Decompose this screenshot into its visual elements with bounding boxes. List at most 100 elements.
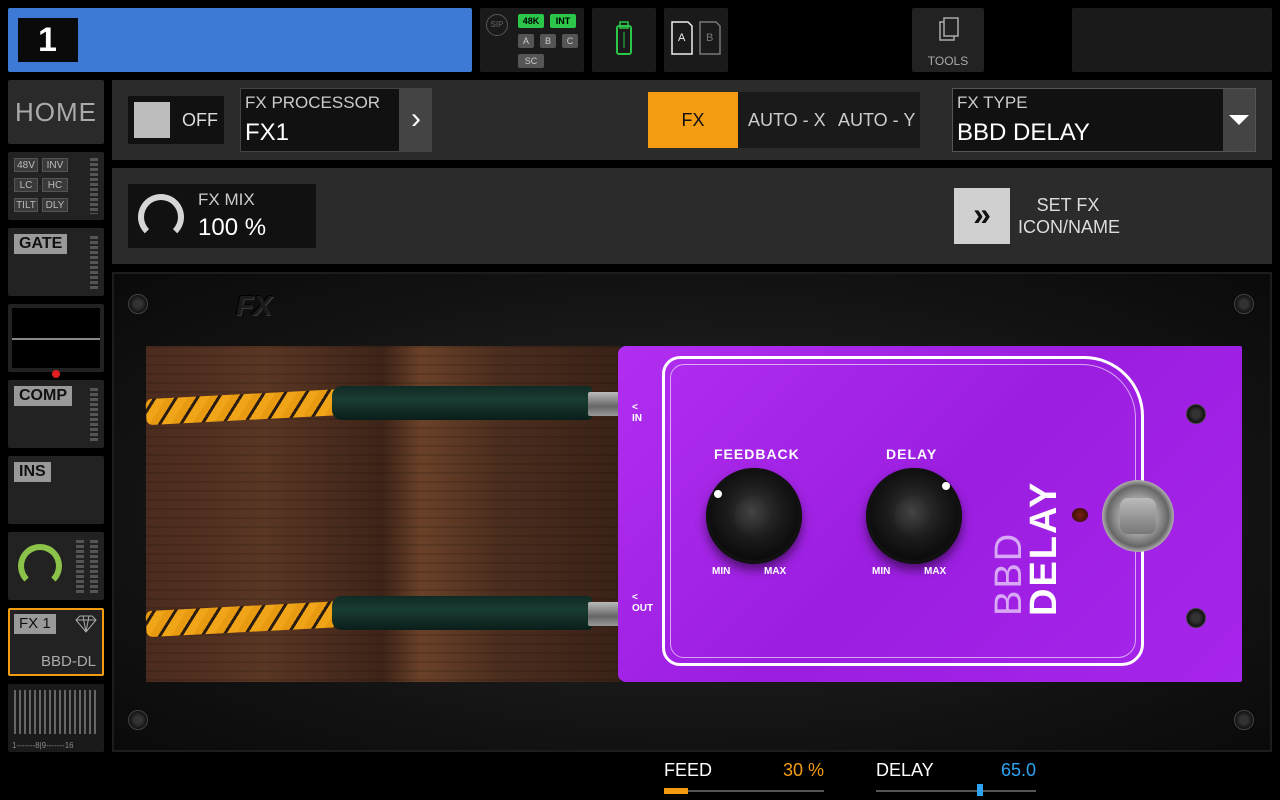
input-jack (588, 392, 620, 416)
delay-knob-cap (894, 496, 934, 536)
toggle-label: OFF (182, 110, 218, 130)
mix-value: 100 % (198, 214, 267, 241)
status-led (1072, 508, 1088, 522)
fx-mix-control[interactable]: FX MIX 100 % (128, 184, 316, 248)
comp-meter (90, 388, 98, 442)
double-chevron-right-icon[interactable]: » (954, 188, 1010, 244)
fx-type-caption: FX TYPE (957, 93, 1028, 112)
feed-param-fill[interactable] (664, 788, 688, 794)
diamond-icon (75, 615, 97, 633)
ab-scene-button[interactable]: A B (664, 8, 728, 72)
set-fx-line1: SET FX (1036, 195, 1100, 215)
bbd-delay-pedal: < IN < OUT FEEDBACK MIN MAX DELAY MIN MAX … (618, 346, 1242, 682)
feed-param-track (664, 790, 824, 792)
delay-min-label: MIN (872, 566, 891, 577)
screw-icon (128, 294, 148, 314)
delay-knob-label: DELAY (886, 446, 938, 462)
parameter-bar: FEED 30 % DELAY 65.0 (0, 752, 1280, 800)
home-button[interactable]: HOME (8, 80, 104, 144)
delay-param-value: 65.0 (1000, 760, 1036, 780)
pan-block[interactable] (8, 532, 104, 600)
pedal-brand: BBD DELAY (988, 481, 1066, 616)
toggle-square (134, 102, 170, 138)
feed-param-value: 30 % (782, 760, 824, 780)
output-plug (332, 596, 592, 630)
clock-source-badge: INT (550, 14, 576, 28)
status-b: B (540, 34, 556, 48)
set-fx-icon-name-button[interactable]: SET FX ICON/NAME (1018, 194, 1121, 238)
invert-tag: INV (42, 158, 68, 172)
chevron-right-icon[interactable]: › (400, 88, 432, 152)
processor-value: FX1 (245, 119, 290, 146)
tilt-tag: TILT (14, 198, 38, 212)
eq-curve-display (12, 308, 100, 368)
delay-param-track (876, 790, 1036, 792)
comp-block[interactable]: COMP (8, 380, 104, 448)
fx-mode-segment: FX AUTO - X AUTO - Y (648, 92, 920, 148)
pan-meter-right (90, 540, 98, 594)
bus-send-meters (14, 690, 98, 734)
eq-marker (52, 370, 60, 378)
input-meter (90, 158, 98, 214)
gate-meter (90, 236, 98, 290)
processor-caption: FX PROCESSOR (245, 93, 381, 112)
delay-max-label: MAX (924, 566, 947, 577)
screw-icon (1186, 608, 1206, 628)
status-c: C (562, 34, 578, 48)
delay-param-name: DELAY (876, 760, 934, 780)
bus-scale-label: 1-------8|9-------16 (12, 741, 74, 750)
feedback-max-label: MAX (764, 566, 787, 577)
mode-auto-y-button[interactable]: AUTO - Y (838, 92, 915, 148)
card-a-label: A (678, 32, 686, 44)
fx-mix-row: FX MIX 100 % » SET FX ICON/NAME (112, 168, 1272, 264)
mix-knob-icon (138, 194, 184, 240)
fx1-slot-name: BBD-DL (40, 653, 96, 670)
feed-param-name: FEED (664, 760, 713, 780)
chevron-down-icon[interactable] (1223, 89, 1255, 151)
card-b-label: B (706, 32, 714, 44)
input-config-block[interactable]: 48V INV LC HC TILT DLY (8, 152, 104, 220)
sample-rate-badge: 48K (518, 14, 544, 28)
fx-processor-selector[interactable]: FX PROCESSOR FX1 (240, 88, 400, 152)
comp-label: COMP (14, 386, 72, 406)
mode-auto-x-button[interactable]: AUTO - X (748, 92, 826, 148)
feedback-knob[interactable] (706, 468, 802, 564)
delay-param-thumb[interactable] (977, 784, 983, 796)
screw-icon (1234, 294, 1254, 314)
bypass-footswitch[interactable] (1102, 480, 1174, 552)
tools-label: TOOLS (927, 54, 969, 68)
mode-fx-button[interactable]: FX (648, 92, 738, 148)
fx1-slot[interactable]: FX 1 BBD-DL (8, 608, 104, 676)
delay-knob[interactable] (866, 468, 962, 564)
input-plug (332, 386, 592, 420)
high-cut-tag: HC (42, 178, 68, 192)
fx-type-value: BBD DELAY (957, 119, 1090, 146)
pan-knob (18, 544, 62, 588)
mix-caption: FX MIX (198, 190, 255, 209)
fx-stage-logo: FX (236, 290, 272, 321)
gate-block[interactable]: GATE (8, 228, 104, 296)
channel-selector[interactable]: 1 (8, 8, 472, 72)
pan-meter-left (76, 540, 84, 594)
status-panel[interactable]: SIP 48K INT A B C SC (480, 8, 584, 72)
set-fx-line2: ICON/NAME (1018, 217, 1121, 237)
fx-type-dropdown[interactable]: FX TYPE BBD DELAY (952, 88, 1256, 152)
insert-block[interactable]: INS (8, 456, 104, 524)
gate-label: GATE (14, 234, 68, 254)
feedback-knob-cap (734, 496, 774, 536)
tools-button[interactable]: TOOLS (912, 8, 984, 72)
usb-button[interactable] (592, 8, 656, 72)
insert-label: INS (14, 462, 51, 482)
low-cut-tag: LC (14, 178, 38, 192)
status-a: A (518, 34, 534, 48)
bus-sends-block[interactable]: 1-------8|9-------16 (8, 684, 104, 752)
topbar-empty-slot[interactable] (1072, 8, 1272, 72)
screw-icon (128, 710, 148, 730)
usb-icon (616, 21, 632, 55)
feedback-knob-indicator (714, 490, 722, 498)
fx-on-off-toggle[interactable]: OFF (128, 96, 224, 144)
eq-block[interactable] (8, 304, 104, 378)
sip-indicator: SIP (486, 14, 508, 36)
brand-delay: DELAY (1023, 480, 1065, 616)
channel-number: 1 (18, 18, 78, 62)
